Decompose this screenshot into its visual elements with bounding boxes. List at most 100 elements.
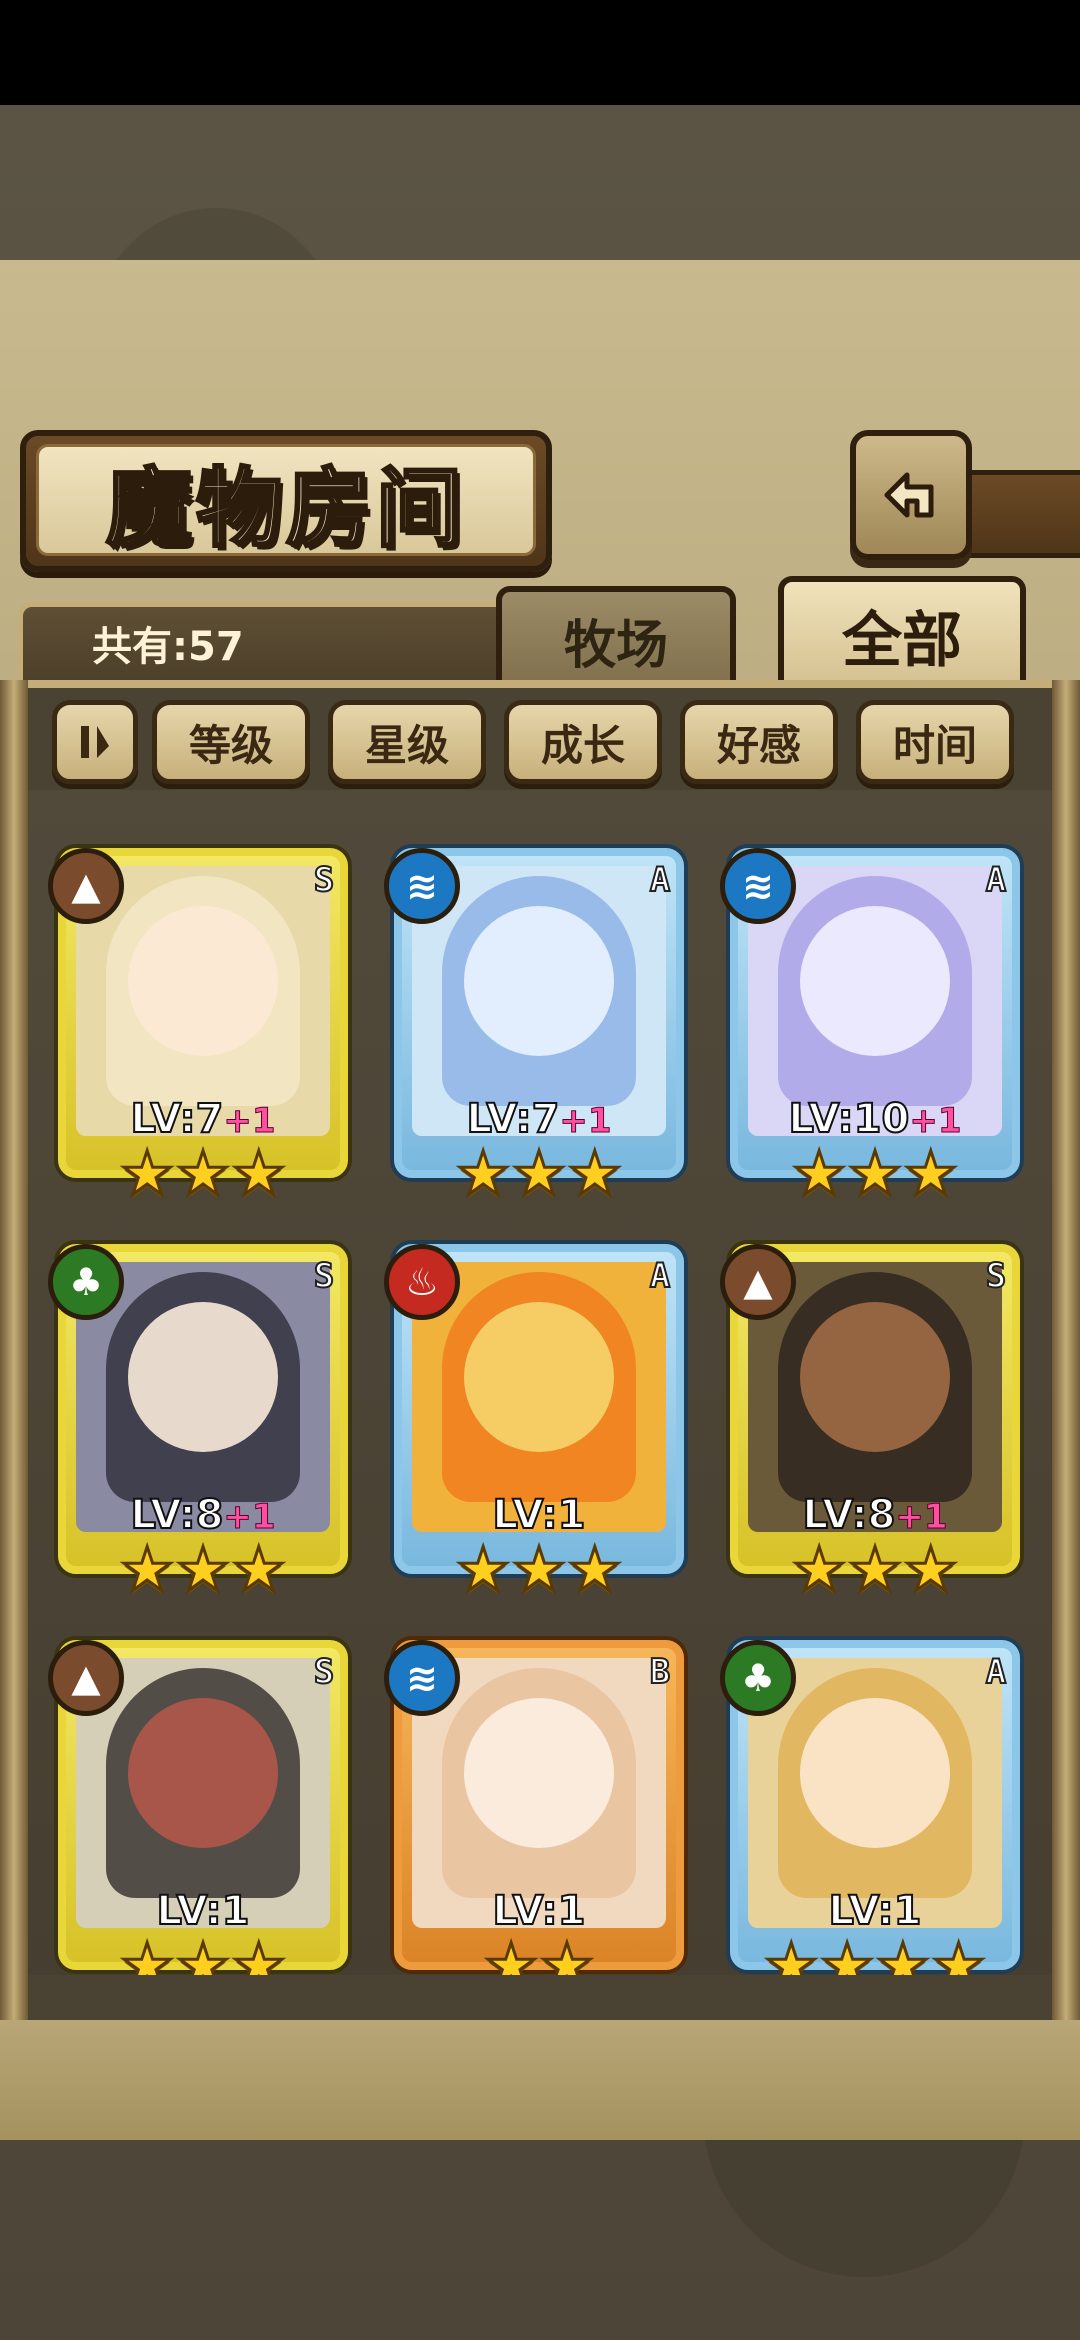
star-rating: ★ ★ ★ — [760, 1139, 990, 1209]
portrait-face — [128, 1698, 278, 1848]
wood-icon: ♣ — [720, 1640, 796, 1716]
star-rating: ★ ★ ★ — [760, 1535, 990, 1605]
earth-icon: ▲ — [48, 1640, 124, 1716]
sort-growth-button[interactable]: 成长 — [504, 700, 662, 784]
water-icon: ≋ — [384, 848, 460, 924]
bottom-parchment — [0, 2020, 1080, 2140]
portrait-face — [800, 1302, 950, 1452]
back-button-tail — [958, 470, 1080, 558]
star-icon: ★ — [902, 1139, 959, 1209]
portrait-face — [800, 1698, 950, 1848]
monster-card[interactable]: ≋ A LV:10+1 ★ ★ ★ — [720, 848, 1030, 1208]
level-label: LV:8+1 — [76, 1491, 330, 1539]
star-icon: ★ — [511, 1535, 568, 1605]
star-icon: ★ — [175, 1535, 232, 1605]
status-bar — [0, 0, 1080, 105]
star-icon: ★ — [763, 1931, 820, 1976]
level-label: LV:1 — [748, 1887, 1002, 1935]
sort-bar: 等级 星级 成长 好感 时间 — [28, 700, 1052, 792]
star-icon: ★ — [483, 1931, 540, 1976]
panel-frame-left — [0, 680, 28, 2020]
level-value: LV:1 — [828, 1887, 923, 1935]
sort-time-button[interactable]: 时间 — [856, 700, 1014, 784]
level-value: LV:10 — [788, 1095, 911, 1143]
monster-count: 共有:57 — [92, 624, 244, 670]
rank-badge: A — [649, 1255, 671, 1297]
portrait-face — [464, 1302, 614, 1452]
sort-affection-button[interactable]: 好感 — [680, 700, 838, 784]
page-title: 魔物房间 — [105, 456, 466, 560]
star-icon: ★ — [230, 1139, 287, 1209]
earth-icon: ▲ — [48, 848, 124, 924]
level-value: LV:1 — [492, 1491, 587, 1539]
rank-badge: S — [313, 1255, 335, 1297]
star-icon: ★ — [119, 1535, 176, 1605]
level-value: LV:8 — [129, 1491, 224, 1539]
level-plus: +1 — [895, 1497, 948, 1538]
tab-ranch[interactable]: 牧场 — [496, 586, 736, 688]
star-icon: ★ — [791, 1535, 848, 1605]
star-rating: ★ ★ — [424, 1931, 654, 1976]
sort-level-button[interactable]: 等级 — [152, 700, 310, 784]
star-icon: ★ — [119, 1139, 176, 1209]
star-icon: ★ — [875, 1931, 932, 1976]
rank-badge: S — [313, 859, 335, 901]
monster-card[interactable]: ≋ A LV:7+1 ★ ★ ★ — [384, 848, 694, 1208]
star-icon: ★ — [175, 1139, 232, 1209]
star-icon: ★ — [819, 1931, 876, 1976]
back-arrow-icon — [884, 472, 934, 518]
level-label: LV:8+1 — [748, 1491, 1002, 1539]
star-icon: ★ — [791, 1139, 848, 1209]
rank-badge: A — [985, 859, 1007, 901]
wood-icon: ♣ — [48, 1244, 124, 1320]
back-button[interactable] — [850, 430, 972, 560]
level-value: LV:1 — [156, 1887, 251, 1935]
star-rating: ★ ★ ★ — [88, 1535, 318, 1605]
level-value: LV:7 — [465, 1095, 560, 1143]
monster-card[interactable]: ▲ S LV:8+1 ★ ★ ★ — [720, 1244, 1030, 1604]
sort-star-button[interactable]: 星级 — [328, 700, 486, 784]
level-value: LV:1 — [492, 1887, 587, 1935]
monster-card[interactable]: ≋ B LV:1 ★ ★ — [384, 1640, 694, 1975]
level-plus: +1 — [223, 1101, 276, 1142]
rank-badge: S — [985, 1255, 1007, 1297]
star-rating: ★ ★ ★ — [424, 1535, 654, 1605]
level-label: LV:1 — [412, 1491, 666, 1539]
portrait-face — [464, 1698, 614, 1848]
star-icon: ★ — [566, 1139, 623, 1209]
star-icon: ★ — [119, 1931, 176, 1976]
star-rating: ★ ★ ★ — [88, 1139, 318, 1209]
level-label: LV:1 — [76, 1887, 330, 1935]
rank-badge: A — [985, 1651, 1007, 1693]
star-icon: ★ — [930, 1931, 987, 1976]
star-rating: ★ ★ ★ ★ — [760, 1931, 990, 1976]
star-icon: ★ — [230, 1535, 287, 1605]
monster-card[interactable]: ▲ S LV:1 ★ ★ ★ — [48, 1640, 358, 1975]
level-label: LV:1 — [412, 1887, 666, 1935]
fire-icon: ♨ — [384, 1244, 460, 1320]
monster-card[interactable]: ▲ S LV:7+1 ★ ★ ★ — [48, 848, 358, 1208]
title-inner: 魔物房间 — [36, 444, 536, 560]
monster-card[interactable]: ♨ A LV:1 ★ ★ ★ — [384, 1244, 694, 1604]
star-icon: ★ — [539, 1931, 596, 1976]
tab-all[interactable]: 全部 — [778, 576, 1026, 688]
level-value: LV:8 — [801, 1491, 896, 1539]
star-icon: ★ — [455, 1535, 512, 1605]
water-icon: ≋ — [720, 848, 796, 924]
level-label: LV:7+1 — [76, 1095, 330, 1143]
panel-frame-right — [1052, 680, 1080, 2020]
rank-badge: S — [313, 1651, 335, 1693]
water-icon: ≋ — [384, 1640, 460, 1716]
monster-card[interactable]: ♣ A LV:1 ★ ★ ★ ★ — [720, 1640, 1030, 1975]
star-rating: ★ ★ ★ — [88, 1931, 318, 1976]
monster-card[interactable]: ♣ S LV:8+1 ★ ★ ★ — [48, 1244, 358, 1604]
earth-icon: ▲ — [720, 1244, 796, 1320]
portrait-face — [464, 906, 614, 1056]
star-icon: ★ — [847, 1139, 904, 1209]
level-plus: +1 — [559, 1101, 612, 1142]
level-plus: +1 — [223, 1497, 276, 1538]
rank-badge: B — [649, 1651, 671, 1693]
sort-order-button[interactable] — [52, 700, 138, 784]
star-icon: ★ — [230, 1931, 287, 1976]
level-label: LV:7+1 — [412, 1095, 666, 1143]
